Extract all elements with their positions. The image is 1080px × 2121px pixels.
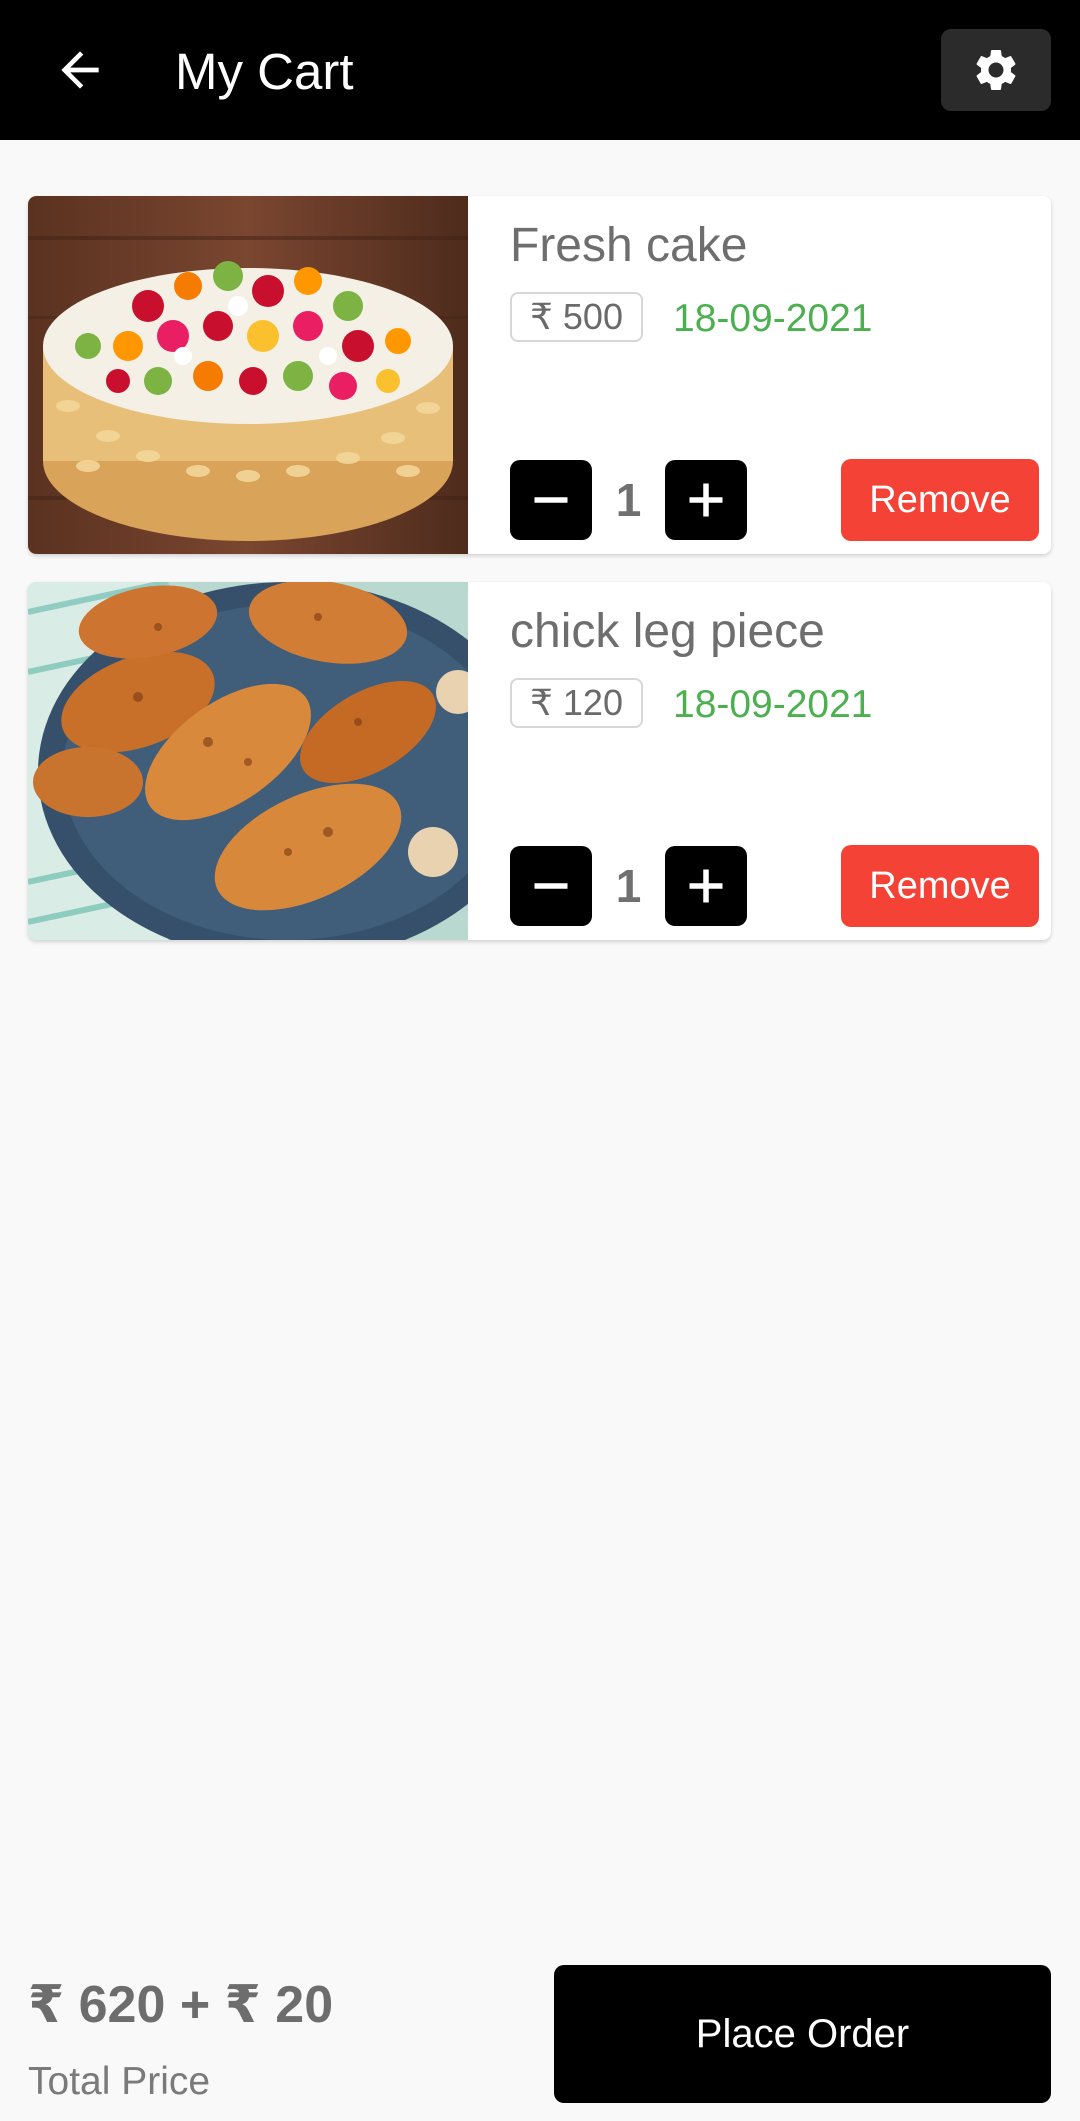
- cart-item-card: chick leg piece ₹ 120 18-09-2021 1 Remov…: [28, 582, 1051, 940]
- item-name: chick leg piece: [510, 605, 825, 658]
- fruit-cake-image: [28, 196, 468, 554]
- minus-icon: [534, 497, 568, 503]
- page-title: My Cart: [175, 43, 354, 100]
- app-bar: My Cart: [0, 0, 1080, 140]
- item-date: 18-09-2021: [673, 683, 873, 726]
- minus-icon: [534, 883, 568, 889]
- item-price: ₹ 500: [510, 292, 643, 342]
- chicken-legs-image: [28, 582, 468, 940]
- remove-button[interactable]: Remove: [841, 459, 1039, 541]
- increase-quantity-button[interactable]: [665, 846, 747, 926]
- back-button[interactable]: [46, 36, 114, 104]
- item-date: 18-09-2021: [673, 297, 873, 340]
- cart-item-card: Fresh cake ₹ 500 18-09-2021 1 Remove: [28, 196, 1051, 554]
- total-label: Total Price: [28, 2060, 211, 2103]
- place-order-button[interactable]: Place Order: [554, 1965, 1051, 2103]
- quantity-value: 1: [615, 474, 642, 526]
- decrease-quantity-button[interactable]: [510, 846, 592, 926]
- arrow-left-icon: [61, 51, 99, 89]
- settings-button[interactable]: [941, 29, 1051, 111]
- quantity-value: 1: [615, 860, 642, 912]
- total-amount: ₹ 620 + ₹ 20: [28, 1976, 334, 2034]
- increase-quantity-button[interactable]: [665, 460, 747, 540]
- item-price: ₹ 120: [510, 678, 643, 728]
- remove-button[interactable]: Remove: [841, 845, 1039, 927]
- gear-icon: [976, 49, 1016, 90]
- decrease-quantity-button[interactable]: [510, 460, 592, 540]
- item-name: Fresh cake: [510, 219, 748, 272]
- plus-icon: [689, 869, 723, 903]
- plus-icon: [689, 483, 723, 517]
